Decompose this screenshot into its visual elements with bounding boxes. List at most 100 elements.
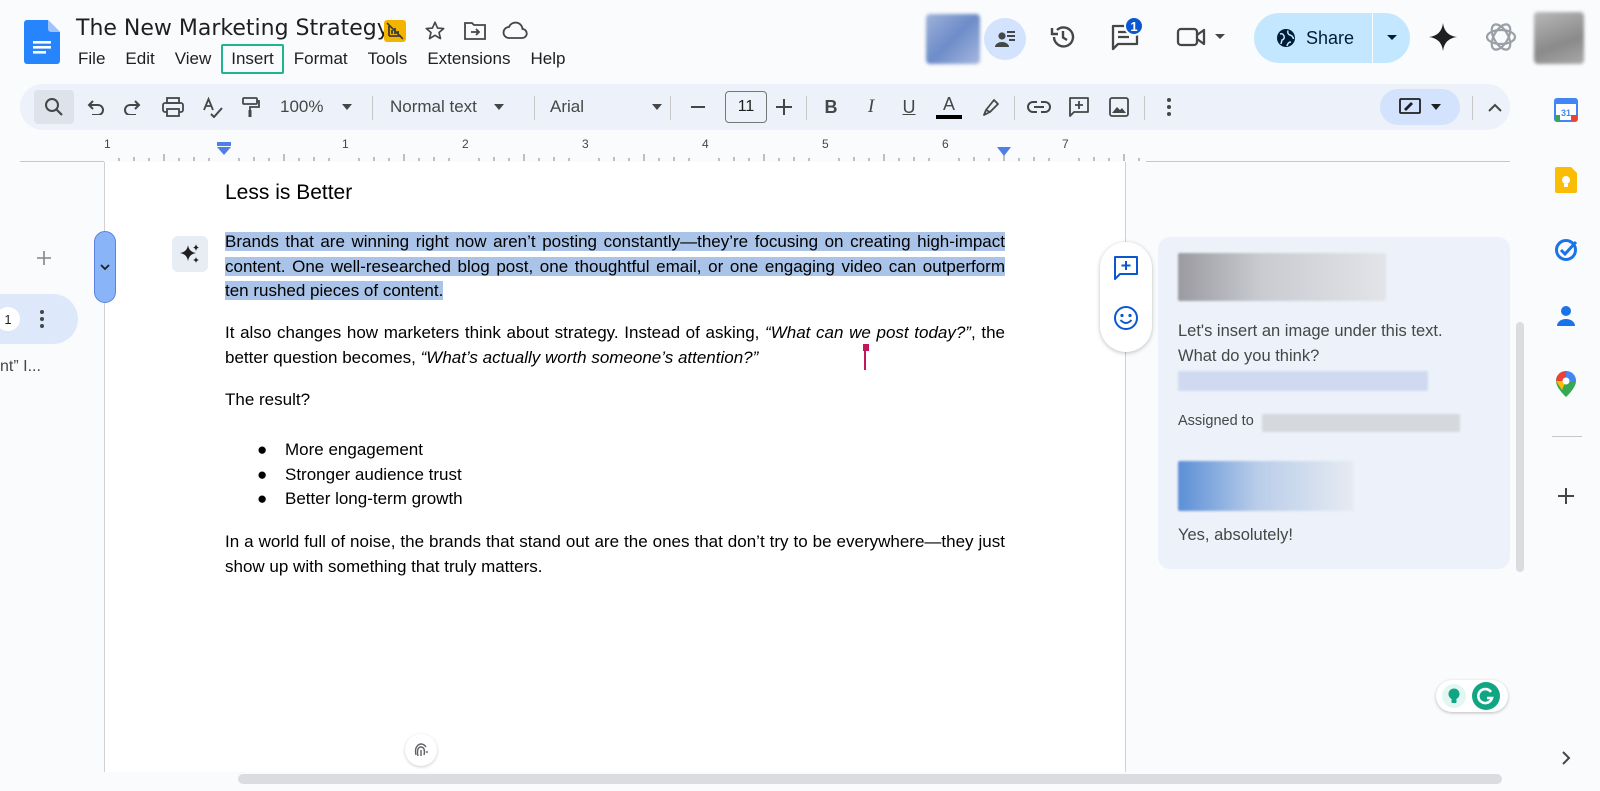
comment-thread[interactable]: Let's insert an image under this text. W… (1158, 237, 1510, 569)
link-icon (1027, 101, 1051, 113)
lightbulb-icon[interactable] (1442, 684, 1466, 708)
share-options-button[interactable] (1373, 13, 1410, 63)
document-title[interactable]: The New Marketing Strategy (76, 16, 390, 41)
menu-insert[interactable]: Insert (221, 44, 284, 74)
paragraph-1: Brands that are winning right now aren’t… (225, 230, 1005, 304)
menu-view[interactable]: View (165, 44, 222, 74)
print-button[interactable] (156, 84, 190, 130)
more-options-button[interactable] (1154, 84, 1184, 130)
menu-tools[interactable]: Tools (358, 44, 418, 74)
grammarly-icon[interactable] (1472, 682, 1500, 710)
cloud-saved-icon[interactable] (502, 18, 528, 44)
outline-heading-item[interactable]: nt” I... (0, 358, 41, 376)
redo-button[interactable] (116, 84, 150, 130)
extension-badge-icon[interactable] (382, 18, 408, 44)
hide-menus-button[interactable] (1480, 84, 1510, 130)
paint-format-button[interactable] (234, 84, 268, 130)
search-menus-button[interactable] (34, 84, 74, 130)
menu-help[interactable]: Help (520, 44, 575, 74)
list-item-text: More engagement (285, 440, 423, 459)
underline-button[interactable]: U (894, 84, 924, 130)
chevron-down-icon (652, 104, 662, 110)
redo-icon (124, 100, 141, 115)
share-button-group: Share (1254, 13, 1410, 63)
horizontal-scrollbar[interactable] (238, 774, 1502, 784)
list-item-text: Better long-term growth (285, 489, 463, 508)
expand-panel-icon[interactable] (1550, 742, 1582, 774)
font-size-input[interactable]: 11 (725, 91, 767, 123)
zoom-select[interactable]: 100% (276, 84, 356, 130)
insert-image-button[interactable] (1102, 84, 1136, 130)
share-button[interactable]: Share (1254, 13, 1372, 63)
tab-options-icon[interactable] (40, 310, 44, 328)
spelling-check-button[interactable] (196, 84, 230, 130)
star-icon[interactable] (422, 18, 448, 44)
add-tab-icon[interactable] (36, 250, 52, 266)
bold-button[interactable]: B (816, 84, 846, 130)
ruler[interactable]: 1 1 2 3 4 5 6 7 (20, 137, 1510, 162)
menu-edit[interactable]: Edit (115, 44, 164, 74)
editing-mode-button[interactable] (1380, 89, 1460, 125)
grammarly-widget[interactable] (1436, 680, 1508, 712)
maps-icon[interactable] (1550, 368, 1582, 400)
ruler-ticks (104, 138, 1146, 162)
assignee-name (1262, 414, 1460, 432)
italic-icon: I (867, 96, 875, 117)
selected-text: Brands that are winning right now aren’t… (225, 232, 1005, 300)
add-comment-button[interactable] (1062, 84, 1096, 130)
increase-font-size-button[interactable] (770, 84, 798, 130)
outline-collapse-button[interactable] (94, 231, 116, 303)
font-family-select[interactable]: Arial (542, 84, 670, 130)
highlight-color-button[interactable] (974, 84, 1008, 130)
undo-button[interactable] (78, 84, 112, 130)
ai-sparkle-icon[interactable] (172, 236, 208, 272)
tasks-icon[interactable] (1550, 234, 1582, 266)
menu-format[interactable]: Format (284, 44, 358, 74)
menu-file[interactable]: File (68, 44, 115, 74)
openai-extension-icon[interactable] (1484, 20, 1518, 54)
contacts-icon[interactable] (1550, 300, 1582, 332)
video-camera-icon (1176, 27, 1206, 47)
fingerprint-icon[interactable] (405, 734, 437, 766)
left-indent-marker[interactable] (216, 142, 232, 156)
ruler-label: 7 (1062, 137, 1069, 151)
minus-icon (691, 106, 705, 108)
text-color-button[interactable]: A (932, 84, 966, 130)
gemini-icon[interactable] (1428, 22, 1458, 52)
add-comment-icon (1069, 97, 1089, 117)
move-folder-icon[interactable] (462, 18, 488, 44)
document-tab[interactable]: 1 (0, 294, 78, 344)
keep-icon[interactable] (1550, 164, 1582, 196)
vertical-scrollbar[interactable] (1516, 322, 1524, 572)
decrease-font-size-button[interactable] (684, 84, 712, 130)
meet-button[interactable] (1176, 24, 1226, 50)
right-indent-marker[interactable] (996, 147, 1012, 157)
undo-icon (87, 100, 104, 115)
title-bar: The New Marketing Strategy File Edit Vie… (0, 0, 1600, 80)
comment-text: Let's insert an image under this text. W… (1178, 322, 1443, 365)
underline-icon: U (902, 96, 916, 117)
menu-bar: File Edit View Insert Format Tools Exten… (68, 44, 575, 74)
document-page[interactable]: Less is Better Brands that are winning r… (104, 162, 1126, 772)
docs-logo-icon[interactable] (24, 20, 60, 64)
paint-roller-icon (242, 97, 260, 117)
collaborator-avatar[interactable] (926, 14, 980, 64)
italic-button[interactable]: I (856, 84, 886, 130)
assigned-label: Assigned to (1178, 413, 1254, 429)
add-emoji-reaction-icon[interactable] (1113, 305, 1139, 331)
text-color-swatch (936, 115, 962, 119)
get-add-ons-icon[interactable] (1550, 480, 1582, 512)
paragraph-2-quote-2: “What’s actually worth someone’s attenti… (420, 347, 759, 367)
insert-link-button[interactable] (1022, 84, 1056, 130)
paragraph-style-select[interactable]: Normal text (382, 84, 512, 130)
comments-badge: 1 (1124, 16, 1144, 36)
collaborators-icon[interactable] (984, 18, 1026, 60)
version-history-icon[interactable] (1048, 22, 1078, 52)
paragraph-style-value: Normal text (390, 97, 477, 116)
add-comment-icon[interactable] (1113, 255, 1139, 281)
menu-extensions[interactable]: Extensions (417, 44, 520, 74)
calendar-icon[interactable]: 31 (1550, 94, 1582, 126)
account-avatar[interactable] (1534, 12, 1584, 64)
ruler-label: 2 (462, 137, 469, 151)
svg-text:31: 31 (1561, 108, 1571, 118)
